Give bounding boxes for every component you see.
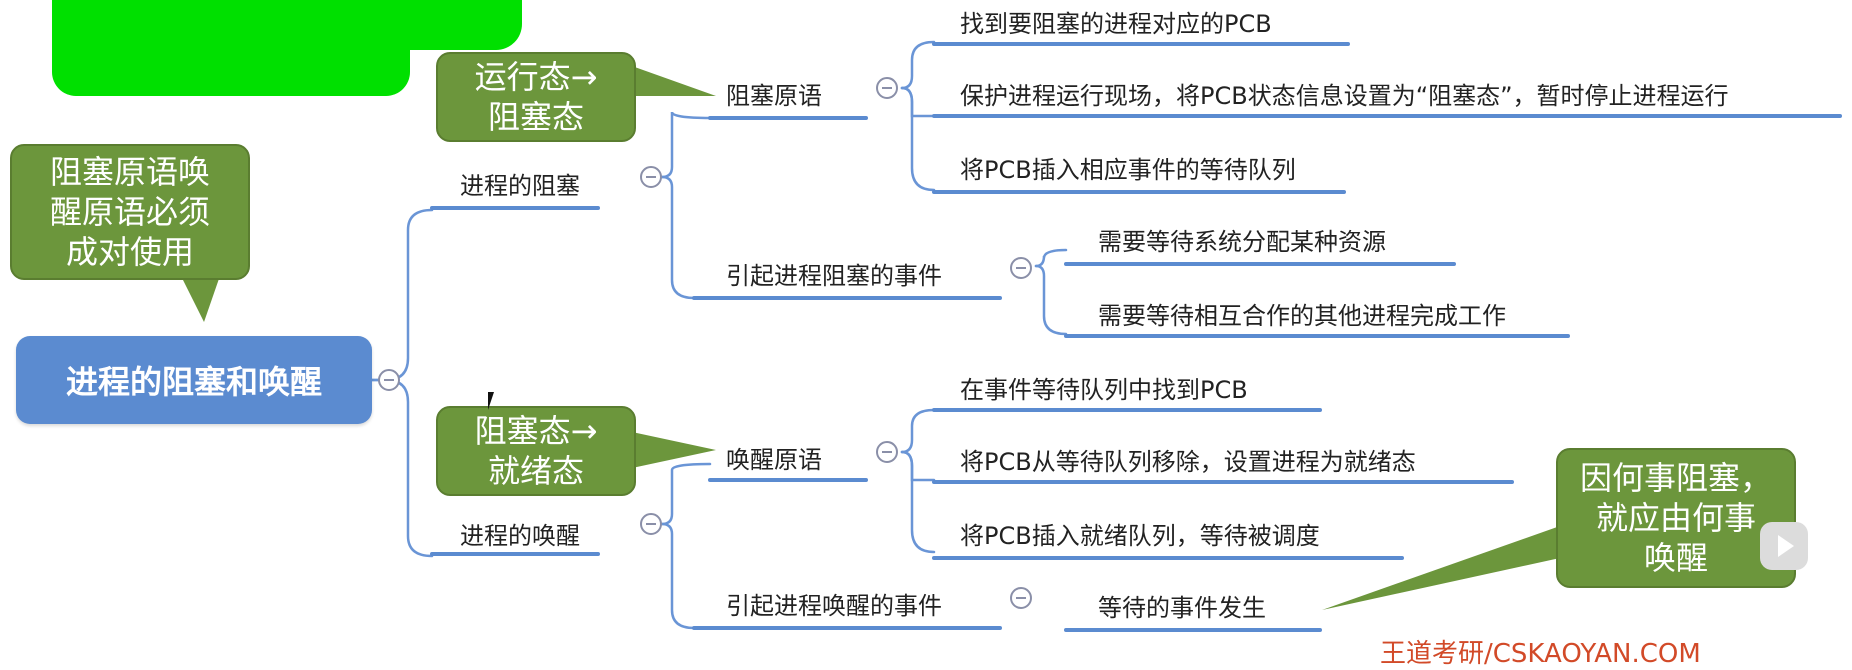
connector <box>370 208 434 382</box>
note-pointer <box>632 66 716 96</box>
leaf-node[interactable]: 保护进程运行现场，将PCB状态信息设置为“阻塞态”，暂时停止进程运行 <box>960 76 1729 111</box>
collapse-toggle-icon[interactable] <box>640 513 662 535</box>
note-pointer <box>1322 526 1560 610</box>
leaf-node[interactable]: 在事件等待队列中找到PCB <box>960 370 1248 405</box>
play-icon[interactable] <box>1760 522 1808 570</box>
root-node[interactable]: 进程的阻塞和唤醒 <box>16 336 372 424</box>
collapse-toggle-icon[interactable] <box>876 77 898 99</box>
connector <box>900 450 936 554</box>
collapse-toggle-icon[interactable] <box>378 369 400 391</box>
branch-wakeup[interactable]: 进程的唤醒 <box>460 516 580 551</box>
note-pair-usage: 阻塞原语唤 醒原语必须 成对使用 <box>10 144 250 280</box>
connector <box>900 86 936 192</box>
node-wake-primitive[interactable]: 唤醒原语 <box>726 440 822 475</box>
leaf-node[interactable]: 将PCB从等待队列移除，设置进程为就绪态 <box>960 442 1416 477</box>
connector <box>1034 248 1068 268</box>
note-cause-wake: 因何事阻塞， 就应由何事 唤醒 <box>1556 448 1796 588</box>
connector <box>660 522 696 630</box>
connector <box>660 111 712 179</box>
connector <box>660 175 696 300</box>
node-block-events[interactable]: 引起进程阻塞的事件 <box>726 256 942 291</box>
mindmap-canvas: 进程的阻塞和唤醒 进程的阻塞 进程的唤醒 阻塞原语 引起进程阻塞的事件 唤醒原语… <box>0 0 1852 669</box>
collapse-toggle-icon[interactable] <box>1010 257 1032 279</box>
mouse-cursor-icon <box>488 392 494 410</box>
node-block-primitive[interactable]: 阻塞原语 <box>726 76 822 111</box>
branch-blocking[interactable]: 进程的阻塞 <box>460 166 580 201</box>
root-node-label: 进程的阻塞和唤醒 <box>65 363 322 401</box>
connector <box>900 40 936 90</box>
connector <box>900 408 936 454</box>
node-wake-events[interactable]: 引起进程唤醒的事件 <box>726 586 942 621</box>
connector <box>900 86 936 118</box>
collapse-toggle-icon[interactable] <box>876 441 898 463</box>
connector <box>900 450 936 482</box>
note-run-to-block: 运行态→ 阻塞态 <box>436 52 636 142</box>
note-block-to-ready: 阻塞态→ 就绪态 <box>436 406 636 496</box>
highlight-block <box>52 0 410 96</box>
note-pointer <box>632 432 716 468</box>
connector <box>370 378 434 558</box>
leaf-node[interactable]: 将PCB插入就绪队列，等待被调度 <box>960 516 1320 551</box>
leaf-node[interactable]: 找到要阻塞的进程对应的PCB <box>960 4 1272 39</box>
collapse-toggle-icon[interactable] <box>1010 587 1032 609</box>
watermark: 王道考研/CSKAOYAN.COM <box>1380 639 1701 669</box>
collapse-toggle-icon[interactable] <box>640 166 662 188</box>
leaf-node[interactable]: 需要等待相互合作的其他进程完成工作 <box>1098 296 1506 331</box>
connector <box>1034 264 1068 336</box>
leaf-node[interactable]: 等待的事件发生 <box>1098 588 1266 623</box>
connector <box>660 462 712 526</box>
leaf-node[interactable]: 将PCB插入相应事件的等待队列 <box>960 150 1296 185</box>
leaf-node[interactable]: 需要等待系统分配某种资源 <box>1098 222 1386 257</box>
